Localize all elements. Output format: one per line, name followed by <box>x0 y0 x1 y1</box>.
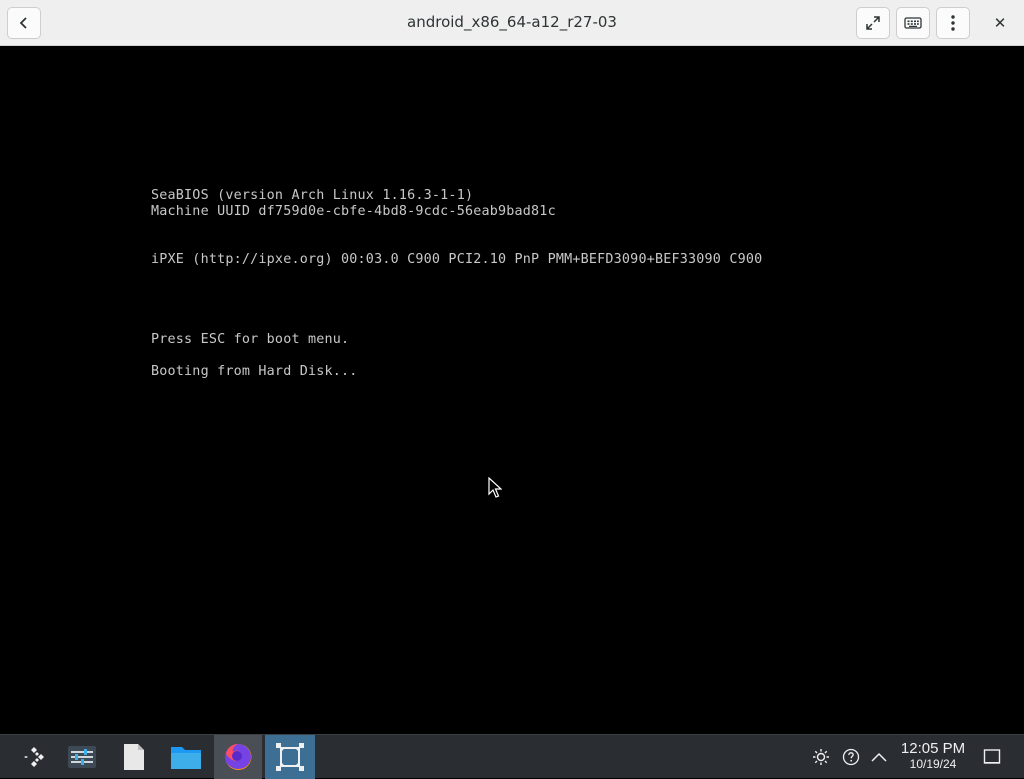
system-settings-button[interactable] <box>58 735 106 779</box>
vm-window: android_x86_64-a12_r27-03 ✕ SeaBIOS (ver… <box>0 0 1024 734</box>
show-hidden-icons-button[interactable] <box>868 735 890 779</box>
mouse-cursor-icon <box>488 477 502 498</box>
console-line: Press ESC for boot menu. <box>151 332 350 347</box>
clock-time: 12:05 PM <box>900 740 966 757</box>
taskbar: 12:05 PM 10/19/24 <box>0 734 1024 779</box>
folder-icon <box>171 747 201 769</box>
console-line: Machine UUID df759d0e-cbfe-4bd8-9cdc-56e… <box>151 204 556 219</box>
firefox-icon <box>225 743 252 770</box>
console-line: iPXE (http://ipxe.org) 00:03.0 C900 PCI2… <box>151 252 763 267</box>
brightness-icon <box>813 749 829 765</box>
brightness-button[interactable] <box>810 735 832 779</box>
system-settings-icon <box>68 746 96 768</box>
show-desktop-button[interactable] <box>980 735 1004 779</box>
show-desktop-icon <box>983 749 1001 764</box>
console-line: SeaBIOS (version Arch Linux 1.16.3-1-1) <box>151 188 474 203</box>
text-editor-button[interactable] <box>110 735 158 779</box>
virt-manager-button[interactable] <box>265 735 315 779</box>
close-icon: ✕ <box>993 14 1007 32</box>
expand-arrows-icon <box>866 16 880 30</box>
help-button[interactable] <box>840 735 862 779</box>
chevron-up-icon <box>871 752 887 762</box>
firefox-button[interactable] <box>214 735 262 779</box>
vm-display[interactable]: SeaBIOS (version Arch Linux 1.16.3-1-1) … <box>0 46 1024 734</box>
close-button[interactable]: ✕ <box>984 7 1016 39</box>
clock-date: 10/19/24 <box>909 757 957 771</box>
keyboard-button[interactable] <box>896 7 930 39</box>
digital-clock[interactable]: 12:05 PM 10/19/24 <box>896 740 970 771</box>
vertical-dots-icon <box>951 15 955 31</box>
menu-button[interactable] <box>936 7 970 39</box>
text-document-icon <box>124 744 144 770</box>
virtual-machine-icon <box>276 743 304 771</box>
console-line: Booting from Hard Disk... <box>151 364 358 379</box>
help-icon <box>842 748 860 766</box>
window-titlebar: android_x86_64-a12_r27-03 ✕ <box>0 0 1024 46</box>
file-manager-button[interactable] <box>162 735 210 779</box>
keyboard-icon <box>904 17 922 29</box>
application-launcher-icon <box>24 747 44 767</box>
fullscreen-button[interactable] <box>856 7 890 39</box>
application-launcher-button[interactable] <box>10 735 58 779</box>
